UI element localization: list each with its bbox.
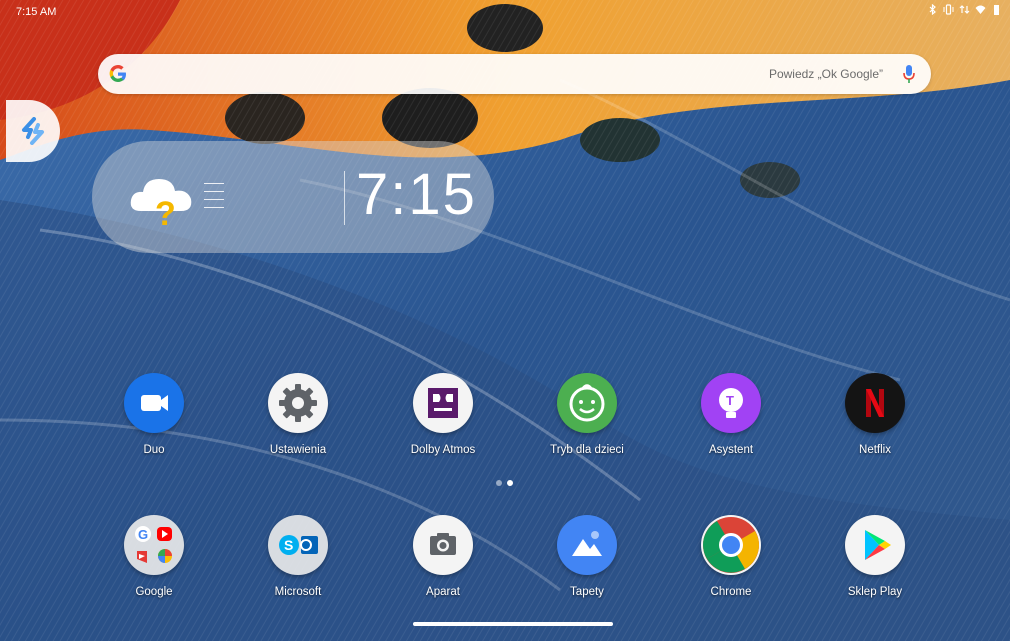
settings-gear-icon bbox=[268, 373, 328, 433]
app-label: Sklep Play bbox=[847, 586, 903, 598]
clock-time[interactable]: 7:15 bbox=[356, 163, 477, 227]
app-label: Dolby Atmos bbox=[410, 444, 476, 456]
google-folder-icon: G bbox=[124, 515, 184, 575]
chrome-icon bbox=[701, 515, 761, 575]
app-ustawienia[interactable]: Ustawienia bbox=[243, 373, 353, 456]
app-label: Chrome bbox=[710, 586, 752, 598]
bluetooth-icon bbox=[927, 3, 938, 16]
dolby-atmos-icon bbox=[413, 373, 473, 433]
kids-mode-icon bbox=[557, 373, 617, 433]
app-label: Aparat bbox=[426, 586, 460, 598]
folder-microsoft[interactable]: S Microsoft bbox=[243, 515, 353, 598]
app-chrome[interactable]: Chrome bbox=[676, 515, 786, 598]
microsoft-folder-icon: S bbox=[268, 515, 328, 575]
page-indicator[interactable] bbox=[496, 480, 513, 486]
app-label: Tryb dla dzieci bbox=[550, 444, 624, 456]
app-label: Ustawienia bbox=[269, 444, 327, 456]
search-hint: Powiedz „Ok Google” bbox=[768, 67, 883, 81]
app-duo[interactable]: Duo bbox=[99, 373, 209, 456]
app-sklep-play[interactable]: Sklep Play bbox=[820, 515, 930, 598]
duo-video-icon bbox=[124, 373, 184, 433]
netflix-icon bbox=[845, 373, 905, 433]
status-icons bbox=[927, 3, 1002, 16]
app-label: Google bbox=[135, 586, 173, 598]
status-bar[interactable]: 7:15 AM bbox=[0, 0, 1010, 24]
play-store-icon bbox=[845, 515, 905, 575]
google-g-icon[interactable] bbox=[108, 64, 128, 84]
svg-text:G: G bbox=[138, 527, 148, 542]
home-gesture-bar[interactable] bbox=[413, 622, 613, 626]
clock-weather-widget[interactable]: ? 7:15 bbox=[92, 141, 494, 253]
svg-text:?: ? bbox=[155, 195, 176, 227]
status-time: 7:15 AM bbox=[16, 6, 57, 18]
app-asystent[interactable]: T Asystent bbox=[676, 373, 786, 456]
data-arrows-icon bbox=[959, 4, 970, 15]
app-aparat[interactable]: Aparat bbox=[388, 515, 498, 598]
app-dolby-atmos[interactable]: Dolby Atmos bbox=[388, 373, 498, 456]
app-netflix[interactable]: Netflix bbox=[820, 373, 930, 456]
vibrate-icon bbox=[943, 4, 954, 15]
microphone-icon[interactable] bbox=[902, 63, 916, 85]
wallpapers-icon bbox=[557, 515, 617, 575]
app-label: Asystent bbox=[708, 444, 754, 456]
app-tryb-dla-dzieci[interactable]: Tryb dla dzieci bbox=[532, 373, 642, 456]
weather-temperature-placeholder bbox=[204, 183, 224, 215]
battery-icon bbox=[991, 4, 1002, 15]
page-dot-active[interactable] bbox=[507, 480, 513, 486]
svg-text:S: S bbox=[284, 537, 293, 553]
camera-icon bbox=[413, 515, 473, 575]
assistant-icon: T bbox=[701, 373, 761, 433]
google-search-bar[interactable]: Powiedz „Ok Google” bbox=[98, 54, 931, 94]
wifi-icon bbox=[975, 4, 986, 15]
app-tapety[interactable]: Tapety bbox=[532, 515, 642, 598]
lenovo-shortcut-icon bbox=[22, 117, 44, 145]
app-label: Microsoft bbox=[274, 586, 322, 598]
folder-google[interactable]: G Google bbox=[99, 515, 209, 598]
page-dot[interactable] bbox=[496, 480, 502, 486]
app-label: Duo bbox=[143, 444, 165, 456]
cloud-question-icon[interactable]: ? bbox=[127, 167, 197, 233]
app-label: Tapety bbox=[570, 586, 604, 598]
app-label: Netflix bbox=[859, 444, 891, 456]
widget-divider bbox=[344, 171, 345, 225]
svg-text:T: T bbox=[726, 393, 734, 408]
